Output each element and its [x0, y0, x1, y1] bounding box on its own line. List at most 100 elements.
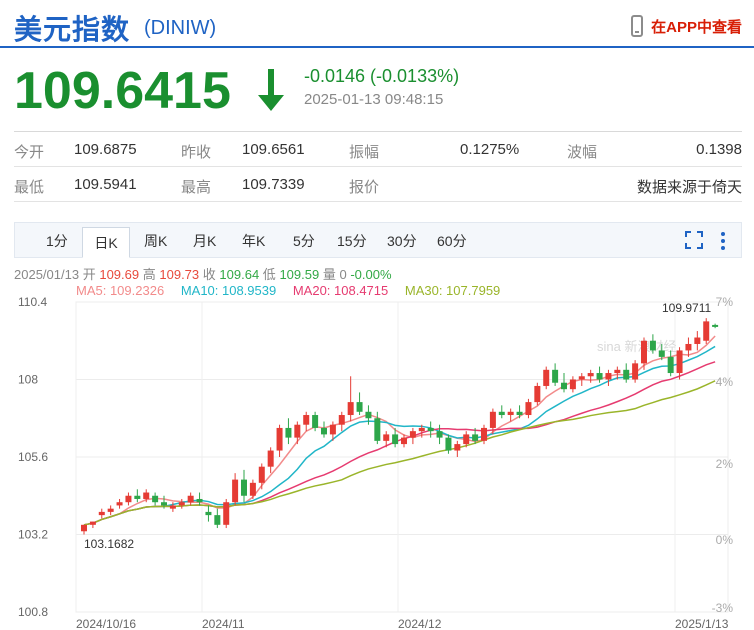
candle-body — [125, 495, 132, 503]
candle-body — [712, 324, 719, 327]
candle-body — [472, 434, 479, 441]
tab-weekly[interactable]: 周K — [144, 231, 167, 251]
ma10-line — [83, 345, 716, 526]
right-percent-label: -3% — [712, 601, 734, 615]
x-tick-label: 2024/11 — [202, 617, 245, 630]
candle-body — [98, 511, 105, 516]
candle-body — [196, 498, 203, 503]
candle-body — [321, 427, 327, 435]
candle-body — [454, 444, 461, 451]
candle-body — [649, 340, 656, 351]
candle-body — [481, 427, 487, 441]
candle-body — [658, 350, 665, 357]
candle-body — [641, 340, 647, 364]
candle-body — [552, 369, 559, 383]
volume-value: 0 — [339, 267, 347, 282]
low-value: 109.59 — [279, 267, 320, 282]
tab-5min[interactable]: 5分 — [293, 231, 315, 251]
candle-body — [596, 373, 603, 380]
more-options-icon[interactable] — [719, 231, 727, 251]
candle-body — [285, 427, 292, 438]
candle-body — [703, 321, 710, 341]
candle-body — [134, 495, 141, 499]
candle-body — [338, 415, 345, 425]
data-source: 数据来源于倚天 — [636, 179, 742, 196]
candle-body — [303, 415, 310, 425]
tab-15min[interactable]: 15分 — [337, 231, 367, 251]
y-tick-label: 100.8 — [18, 605, 48, 619]
candle-body — [498, 411, 505, 416]
candle-body — [561, 382, 567, 390]
range-value: 0.1398 — [696, 141, 742, 158]
candle-body — [427, 427, 434, 432]
candle-body — [205, 511, 212, 516]
high-label: 高 — [142, 267, 156, 282]
candle-body — [365, 411, 372, 419]
fullscreen-icon[interactable] — [685, 231, 703, 249]
low-label: 最低 — [14, 179, 45, 196]
kline-chart: 110.4 108 105.6 103.2 100.8 2024/10/16 2024/11… — [18, 295, 734, 630]
high-value: 109.7339 — [242, 176, 305, 193]
candle-body — [632, 363, 639, 380]
candle-body — [214, 515, 221, 525]
candle-body — [507, 411, 514, 416]
candle-body — [383, 434, 390, 441]
candle-body — [232, 479, 239, 503]
candle-body — [401, 437, 407, 445]
candle-body — [685, 343, 692, 351]
candle-body — [249, 482, 256, 496]
tab-daily[interactable]: 日K — [82, 227, 130, 258]
prev-close-label: 昨收 — [181, 144, 212, 161]
candle-body — [89, 521, 96, 525]
last-price: 109.6415 — [14, 62, 231, 120]
y-tick-label: 110.4 — [18, 295, 47, 309]
high-label: 最高 — [181, 179, 212, 196]
x-tick-label: 2025/1/13 — [675, 617, 729, 630]
candle-body — [623, 369, 630, 380]
close-label: 收 — [202, 267, 216, 282]
candle-body — [223, 502, 230, 525]
ohlc-line: 2025/01/13 开 109.69 高 109.73 收 109.64 低 … — [14, 264, 392, 283]
low-label: 低 — [262, 267, 276, 282]
y-tick-label: 108 — [18, 373, 38, 387]
open-in-app-link[interactable]: 在APP中查看 — [631, 14, 742, 38]
ma5-line — [83, 335, 716, 526]
candle-body — [569, 379, 576, 390]
right-percent-label: 2% — [716, 457, 734, 471]
open-value: 109.6875 — [74, 141, 137, 158]
candle-body — [543, 369, 550, 386]
candle-body — [356, 402, 363, 412]
candle-body — [436, 431, 443, 438]
y-tick-label: 103.2 — [18, 528, 48, 542]
low-value: 109.5941 — [74, 176, 137, 193]
prev-close-value: 109.6561 — [242, 141, 305, 158]
candle-body — [241, 479, 247, 496]
open-label: 开 — [82, 267, 96, 282]
candle-body — [534, 385, 541, 403]
candle-body — [418, 427, 425, 432]
min-price-label: 103.1682 — [84, 537, 134, 551]
candle-body — [463, 434, 470, 445]
right-percent-label: 4% — [716, 375, 734, 389]
tab-60min[interactable]: 60分 — [437, 231, 467, 251]
period-tabs: 1分 日K 周K 月K 年K 5分 15分 30分 60分 — [14, 222, 742, 258]
candle-body — [409, 431, 416, 438]
y-tick-label: 105.6 — [18, 450, 48, 464]
tab-monthly[interactable]: 月K — [193, 231, 216, 251]
candle-body — [347, 402, 354, 416]
volume-label: 量 — [322, 267, 336, 282]
tab-30min[interactable]: 30分 — [387, 231, 417, 251]
candle-body — [258, 466, 265, 483]
candle-body — [525, 402, 532, 416]
tab-yearly[interactable]: 年K — [242, 231, 265, 251]
candle-body — [294, 424, 301, 438]
quote-table: 今开 109.6875 昨收 109.6561 振幅 0.1275% 波幅 0.… — [14, 131, 742, 202]
right-percent-label: 0% — [716, 533, 734, 547]
candle-body — [187, 495, 194, 503]
tab-1min[interactable]: 1分 — [46, 231, 68, 251]
quote-price-label: 报价 — [349, 179, 380, 196]
quote-row: 今开 109.6875 昨收 109.6561 振幅 0.1275% 波幅 0.… — [14, 132, 742, 167]
candle-body — [107, 508, 114, 512]
open-value: 109.69 — [99, 267, 140, 282]
candle-body — [374, 418, 381, 441]
